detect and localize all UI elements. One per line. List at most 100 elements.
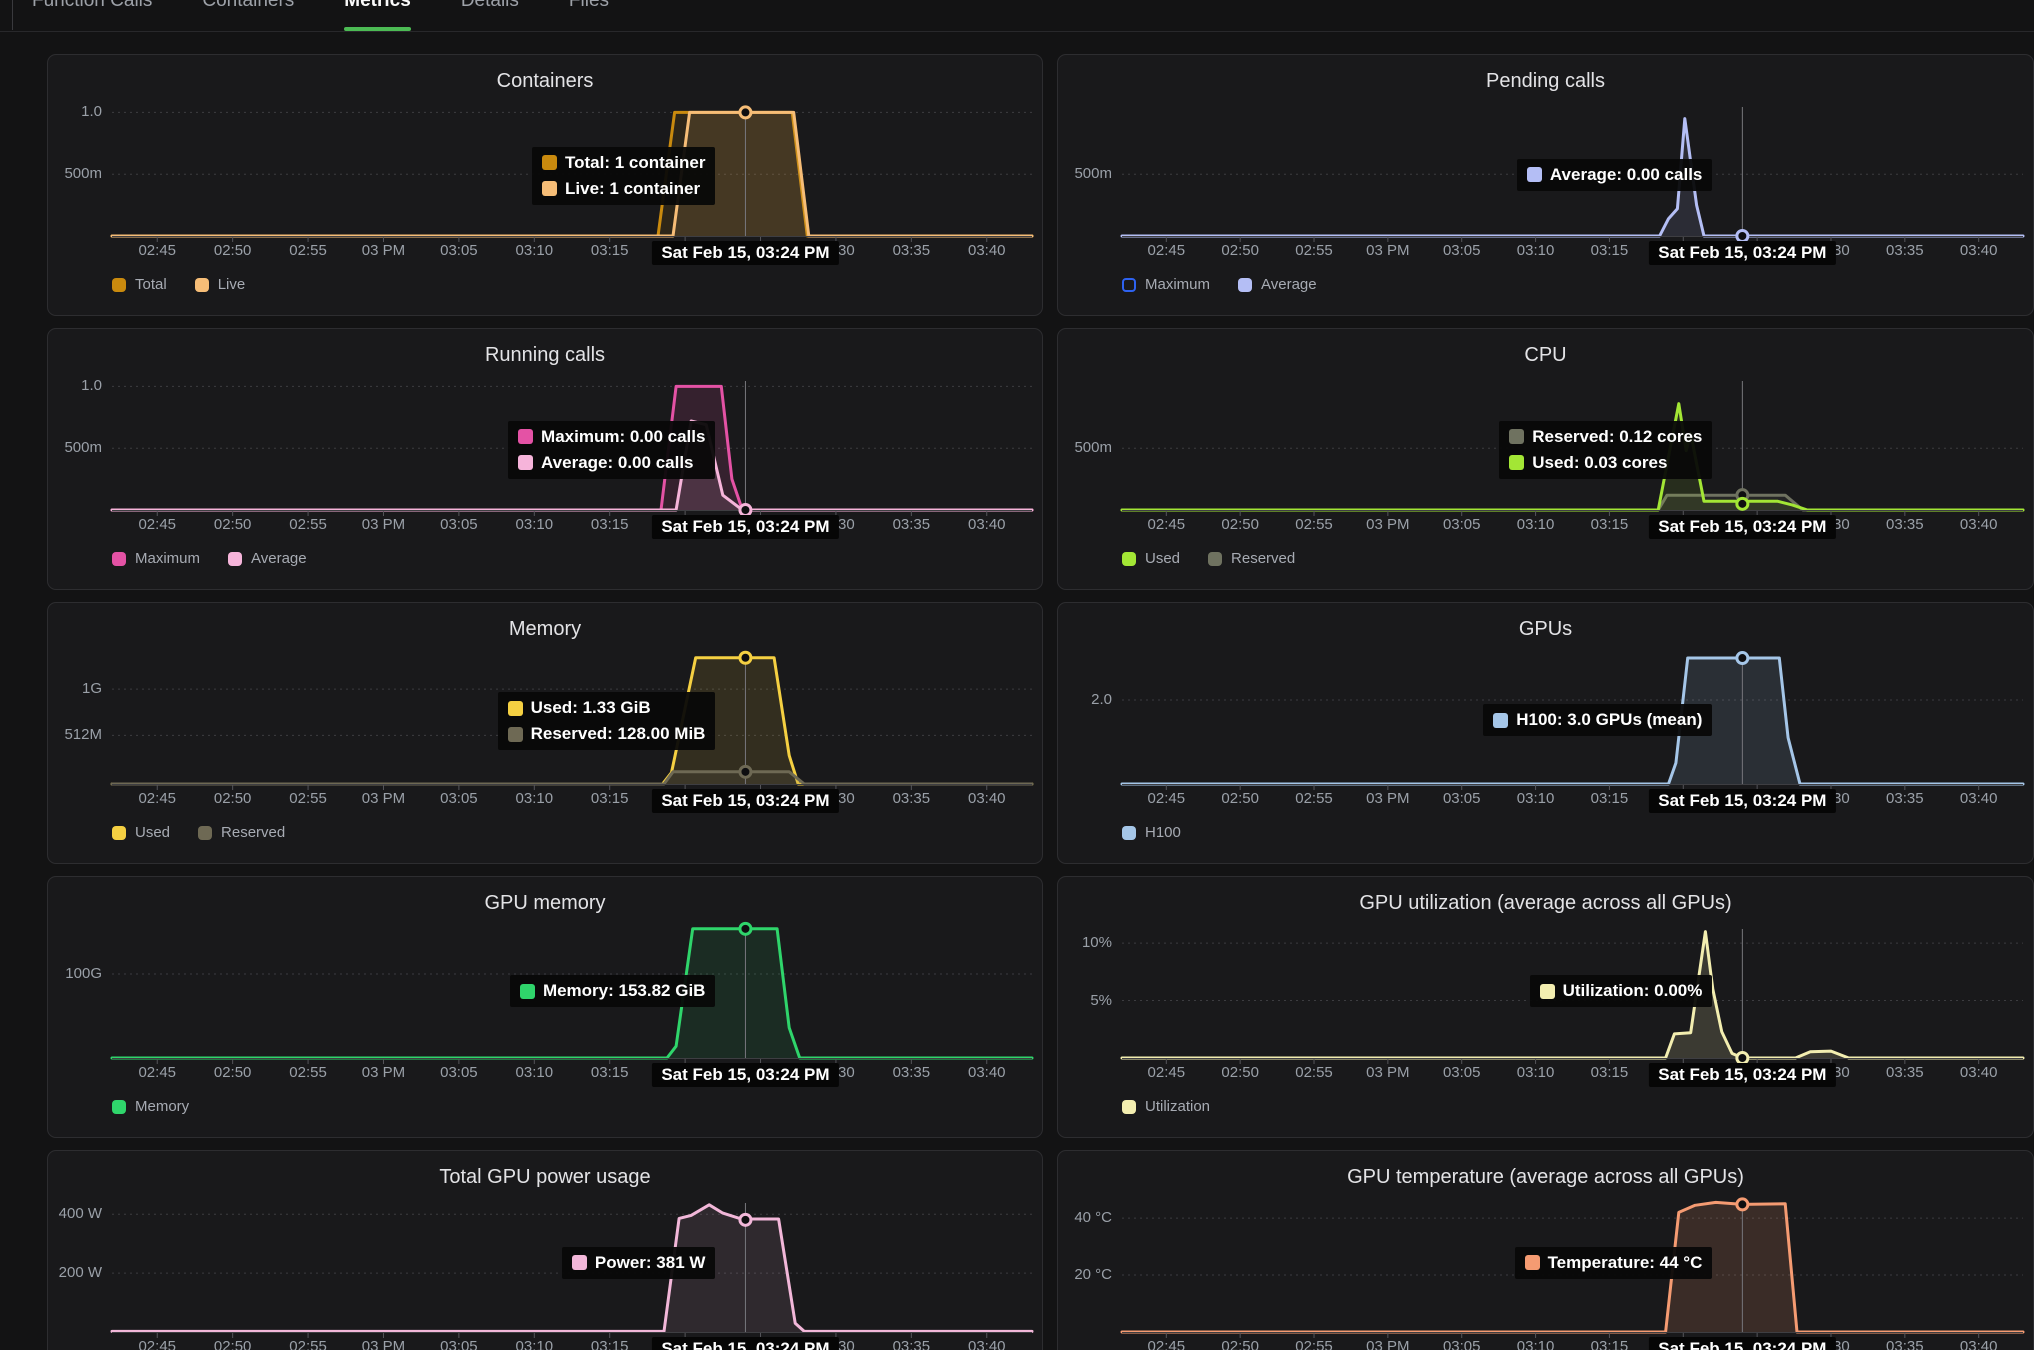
legend-item-memory[interactable]: Memory bbox=[112, 1098, 189, 1115]
crosshair-date-tooltip: Sat Feb 15, 03:24 PM bbox=[652, 1063, 838, 1087]
x-axis-label: 03:40 bbox=[968, 242, 1006, 259]
legend-item-maximum[interactable]: Maximum bbox=[112, 550, 200, 567]
x-axis-label: 03:40 bbox=[1960, 516, 1998, 533]
tooltip-text: Average: 0.00 calls bbox=[1550, 165, 1702, 185]
tooltip-row: Total: 1 container bbox=[542, 153, 705, 173]
legend-swatch-icon bbox=[228, 552, 242, 566]
x-axis-label: 03:15 bbox=[1591, 1338, 1629, 1350]
charts-grid: Containers1.0500m02:4502:5002:5503 PM03:… bbox=[0, 54, 2034, 1350]
x-axis-label: 03 PM bbox=[1366, 516, 1409, 533]
chart-legend: Maximum Average bbox=[1122, 276, 1317, 293]
x-axis-label: 03:15 bbox=[591, 1064, 629, 1081]
legend-label: Reserved bbox=[221, 824, 285, 841]
x-axis-label: 03:40 bbox=[1960, 242, 1998, 259]
x-axis-label: 02:55 bbox=[289, 1064, 327, 1081]
legend-item-h100[interactable]: H100 bbox=[1122, 824, 1181, 841]
x-axis-label: 03:10 bbox=[1517, 790, 1555, 807]
x-axis-label: 03:15 bbox=[591, 516, 629, 533]
crosshair-date-tooltip: Sat Feb 15, 03:24 PM bbox=[1649, 515, 1835, 539]
hover-tooltip: Maximum: 0.00 calls Average: 0.00 calls bbox=[508, 421, 715, 479]
chart-title: GPU utilization (average across all GPUs… bbox=[1058, 892, 2033, 915]
crosshair-date-tooltip: Sat Feb 15, 03:24 PM bbox=[1649, 789, 1835, 813]
chart-legend: H100 bbox=[1122, 824, 1181, 841]
x-axis-label: 03 PM bbox=[1366, 790, 1409, 807]
y-axis-label: 500m bbox=[1058, 439, 1112, 457]
legend-swatch-icon bbox=[112, 278, 126, 292]
x-axis-label: 03:05 bbox=[440, 1338, 478, 1350]
legend-item-average[interactable]: Average bbox=[228, 550, 307, 567]
x-axis-label: 02:55 bbox=[289, 1338, 327, 1350]
chart-title: Total GPU power usage bbox=[48, 1166, 1042, 1189]
x-axis-label: 02:45 bbox=[1148, 1338, 1186, 1350]
x-axis-label: 02:45 bbox=[1148, 1064, 1186, 1081]
legend-item-average[interactable]: Average bbox=[1238, 276, 1317, 293]
legend-label: Utilization bbox=[1145, 1098, 1210, 1115]
tooltip-series-swatch-icon bbox=[508, 727, 523, 742]
hover-marker bbox=[1737, 1053, 1748, 1064]
x-axis-label: 03:40 bbox=[968, 1064, 1006, 1081]
tab-label: Function Calls bbox=[32, 0, 152, 12]
chart-legend: Used Reserved bbox=[1122, 550, 1295, 567]
x-axis-label: 02:55 bbox=[289, 516, 327, 533]
tooltip-row: Used: 0.03 cores bbox=[1509, 453, 1702, 473]
legend-item-reserved[interactable]: Reserved bbox=[1208, 550, 1295, 567]
x-axis-label: 03:35 bbox=[1886, 1064, 1924, 1081]
tab-function-calls[interactable]: Function Calls bbox=[32, 0, 152, 31]
tooltip-series-swatch-icon bbox=[1509, 429, 1524, 444]
hover-marker bbox=[740, 923, 751, 934]
chart-card: Pending calls500m02:4502:5002:5503 PM03:… bbox=[1057, 54, 2034, 316]
tooltip-series-swatch-icon bbox=[542, 155, 557, 170]
legend-item-maximum[interactable]: Maximum bbox=[1122, 276, 1210, 293]
x-axis-label: 03:05 bbox=[440, 242, 478, 259]
tab-metrics[interactable]: Metrics bbox=[344, 0, 411, 31]
hover-marker bbox=[740, 1214, 751, 1225]
x-axis-label: 02:45 bbox=[1148, 790, 1186, 807]
x-axis-label: 03:15 bbox=[1591, 242, 1629, 259]
x-axis-label: 03:10 bbox=[516, 516, 554, 533]
x-axis-label: 03 PM bbox=[1366, 1338, 1409, 1350]
x-axis-label: 03:35 bbox=[1886, 242, 1924, 259]
x-axis-label: 03:15 bbox=[591, 1338, 629, 1350]
x-axis-label: 03:40 bbox=[968, 1338, 1006, 1350]
tooltip-text: Average: 0.00 calls bbox=[541, 453, 693, 473]
tooltip-text: Maximum: 0.00 calls bbox=[541, 427, 705, 447]
series-area-reserved bbox=[112, 772, 1032, 784]
tooltip-text: Total: 1 container bbox=[565, 153, 705, 173]
tooltip-row: Average: 0.00 calls bbox=[1527, 165, 1702, 185]
hover-tooltip: Total: 1 containerLive: 1 container bbox=[532, 147, 715, 205]
x-axis-label: 02:55 bbox=[1295, 790, 1333, 807]
tooltip-series-swatch-icon bbox=[1527, 167, 1542, 182]
y-axis-label: 2.0 bbox=[1058, 691, 1112, 709]
legend-item-used[interactable]: Used bbox=[1122, 550, 1180, 567]
hover-tooltip: Reserved: 0.12 coresUsed: 0.03 cores bbox=[1499, 421, 1712, 479]
y-axis-label: 20 °C bbox=[1058, 1266, 1112, 1284]
active-tab-underline bbox=[344, 27, 411, 31]
x-axis-label: 02:50 bbox=[1221, 516, 1259, 533]
legend-item-live[interactable]: Live bbox=[195, 276, 246, 293]
tab-label: Files bbox=[569, 0, 609, 12]
tab-details[interactable]: Details bbox=[461, 0, 519, 31]
tab-label: Containers bbox=[202, 0, 294, 12]
x-axis-label: 02:45 bbox=[138, 790, 176, 807]
x-axis-label: 03:05 bbox=[1443, 1064, 1481, 1081]
tooltip-series-swatch-icon bbox=[1525, 1255, 1540, 1270]
x-axis-label: 03:35 bbox=[1886, 516, 1924, 533]
legend-item-total[interactable]: Total bbox=[112, 276, 167, 293]
x-axis-label: 03 PM bbox=[362, 790, 405, 807]
legend-item-utilization[interactable]: Utilization bbox=[1122, 1098, 1210, 1115]
legend-item-used[interactable]: Used bbox=[112, 824, 170, 841]
crosshair-date-tooltip: Sat Feb 15, 03:24 PM bbox=[1649, 241, 1835, 265]
chart-card: GPUs2.002:4502:5002:5503 PM03:0503:1003:… bbox=[1057, 602, 2034, 864]
y-axis-label: 10% bbox=[1058, 934, 1112, 952]
x-axis-label: 02:50 bbox=[1221, 242, 1259, 259]
x-axis-label: 03:15 bbox=[1591, 516, 1629, 533]
tab-containers[interactable]: Containers bbox=[202, 0, 294, 31]
tooltip-text: Temperature: 44 °C bbox=[1548, 1253, 1703, 1273]
hover-marker bbox=[740, 107, 751, 118]
tab-files[interactable]: Files bbox=[569, 0, 609, 31]
x-axis-label: 03:05 bbox=[440, 516, 478, 533]
legend-item-reserved[interactable]: Reserved bbox=[198, 824, 285, 841]
hover-tooltip: Memory: 153.82 GiB bbox=[510, 975, 716, 1007]
x-axis-label: 03:15 bbox=[1591, 790, 1629, 807]
legend-swatch-icon bbox=[112, 552, 126, 566]
